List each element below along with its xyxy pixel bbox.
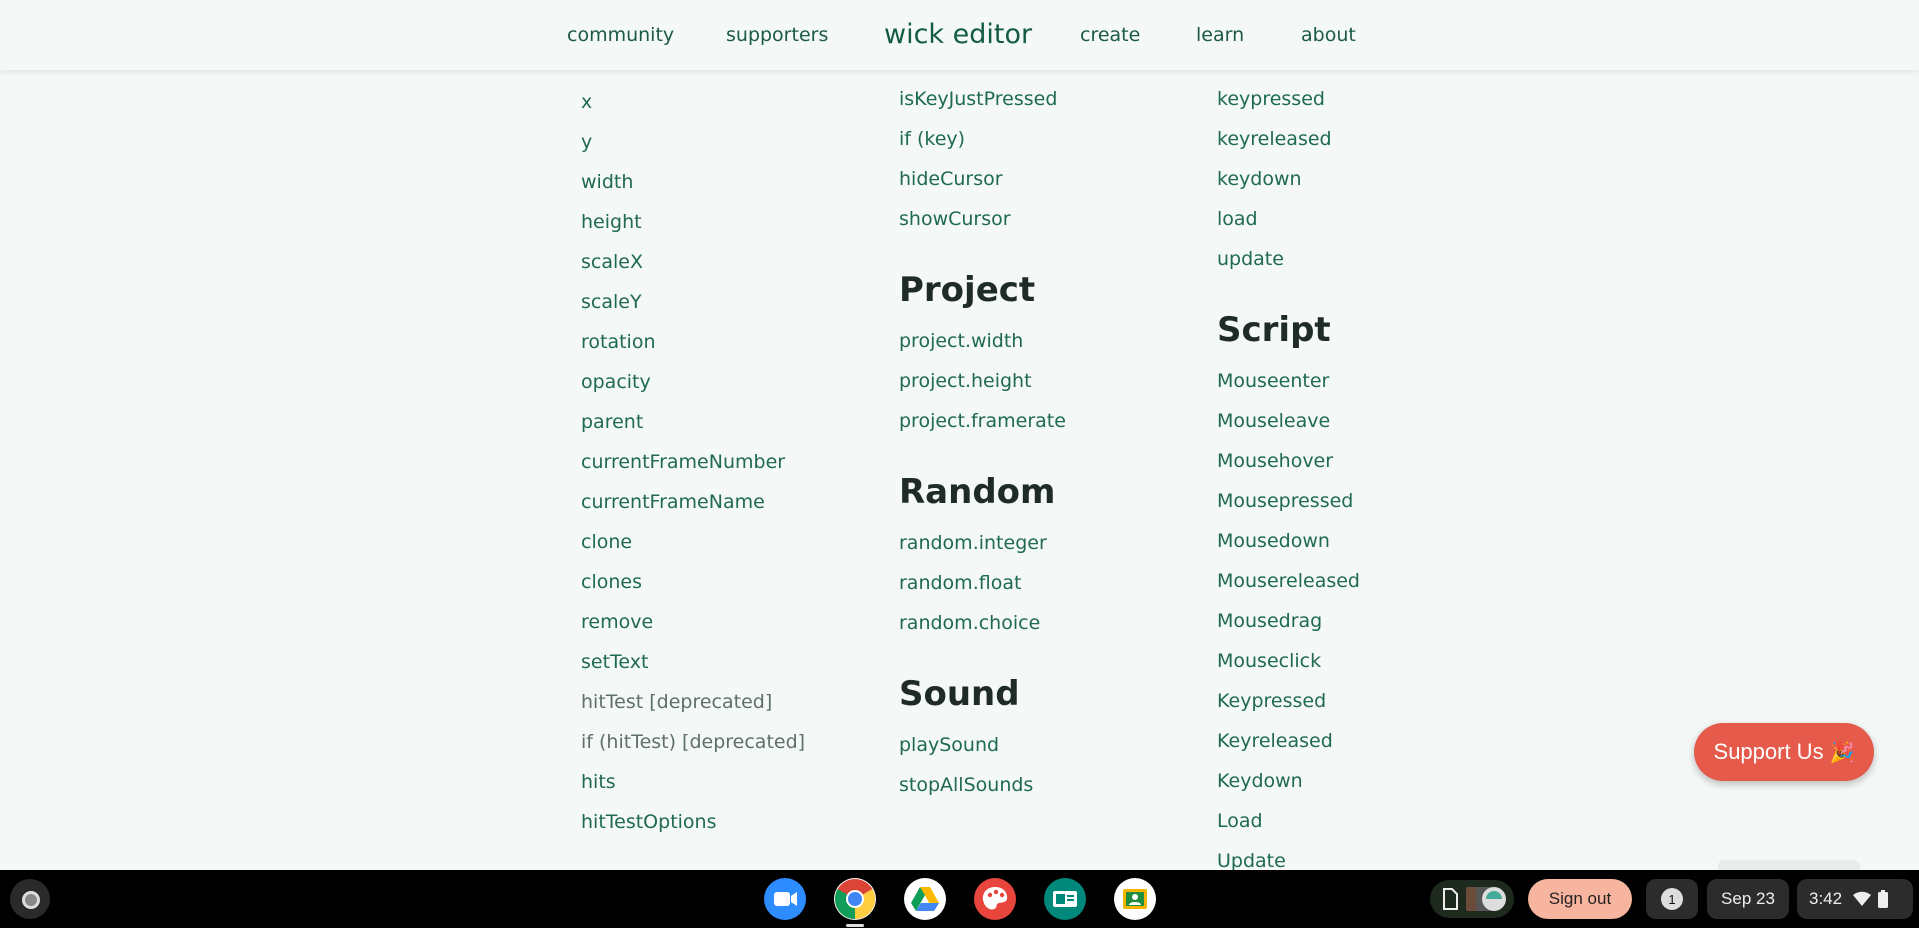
date-display[interactable]: Sep 23 [1707,879,1789,919]
partial-widget-edge [1718,860,1860,870]
ref-link-x[interactable]: x [581,90,592,114]
ref-link-y[interactable]: y [581,130,592,154]
ref-link-keypressed-event[interactable]: keypressed [1217,87,1325,111]
ref-link-load-event[interactable]: load [1217,207,1258,231]
status-area[interactable]: 3:42 [1797,879,1913,919]
google-classroom-icon[interactable] [1114,878,1156,920]
ref-link-script-load[interactable]: Load [1217,809,1263,833]
section-heading-project: Project [899,270,1036,310]
ref-link-clone[interactable]: clone [581,530,632,554]
nav-create[interactable]: create [1080,24,1140,46]
ref-link-width[interactable]: width [581,170,633,194]
classroom-meet-icon[interactable] [1044,878,1086,920]
ref-link-parent[interactable]: parent [581,410,643,434]
sign-out-button[interactable]: Sign out [1528,879,1632,919]
ref-link-script-mousereleased[interactable]: Mousereleased [1217,569,1360,593]
ref-link-iskeyjustpressed[interactable]: isKeyJustPressed [899,87,1057,111]
ref-link-hits[interactable]: hits [581,770,616,794]
ref-link-random-choice[interactable]: random.choice [899,611,1040,635]
ref-link-script-keyreleased[interactable]: Keyreleased [1217,729,1333,753]
ref-link-hidecursor[interactable]: hideCursor [899,167,1003,191]
notification-count-badge: 1 [1661,888,1683,910]
top-navigation: community supporters wick editor create … [0,0,1919,70]
notification-counter[interactable]: 1 [1646,879,1698,919]
site-brand[interactable]: wick editor [884,19,1032,50]
ref-link-scalex[interactable]: scaleX [581,250,643,274]
tote-files-icon[interactable] [1430,880,1514,918]
ref-link-script-mousedrag[interactable]: Mousedrag [1217,609,1322,633]
ref-link-clones[interactable]: clones [581,570,642,594]
ref-link-showcursor[interactable]: showCursor [899,207,1011,231]
zoom-app-icon[interactable] [764,878,806,920]
ref-link-if-hittest-deprecated[interactable]: if (hitTest) [deprecated] [581,730,805,754]
battery-icon [1878,890,1889,908]
ref-link-script-mouseenter[interactable]: Mouseenter [1217,369,1329,393]
ref-link-playsound[interactable]: playSound [899,733,999,757]
ref-link-script-mousedown[interactable]: Mousedown [1217,529,1330,553]
support-us-label: Support Us [1713,739,1824,764]
clock-time: 3:42 [1809,889,1843,908]
ref-link-current-frame-name[interactable]: currentFrameName [581,490,765,514]
ref-link-rotation[interactable]: rotation [581,330,656,354]
section-heading-script: Script [1217,310,1331,350]
ref-link-project-height[interactable]: project.height [899,369,1032,393]
google-drive-icon[interactable] [904,878,946,920]
ref-link-script-mouseclick[interactable]: Mouseclick [1217,649,1321,673]
canvas-paint-app-icon[interactable] [974,878,1016,920]
active-app-indicator [846,924,864,927]
ref-link-project-framerate[interactable]: project.framerate [899,409,1066,433]
ref-link-stopallsounds[interactable]: stopAllSounds [899,773,1033,797]
section-heading-sound: Sound [899,674,1020,714]
support-us-button[interactable]: Support Us 🎉 [1694,723,1874,781]
nav-community[interactable]: community [567,24,674,46]
wifi-icon [1853,891,1872,906]
ref-link-remove[interactable]: remove [581,610,653,634]
ref-link-opacity[interactable]: opacity [581,370,651,394]
ref-link-keyreleased-event[interactable]: keyreleased [1217,127,1332,151]
nav-about[interactable]: about [1301,24,1356,46]
ref-link-update-event[interactable]: update [1217,247,1284,271]
ref-link-script-keypressed[interactable]: Keypressed [1217,689,1326,713]
launcher-icon[interactable] [10,879,50,919]
ref-link-keydown-event[interactable]: keydown [1217,167,1302,191]
ref-link-hittest-deprecated[interactable]: hitTest [deprecated] [581,690,772,714]
ref-link-current-frame-number[interactable]: currentFrameNumber [581,450,785,474]
ref-link-height[interactable]: height [581,210,642,234]
ref-link-if-key[interactable]: if (key) [899,127,965,151]
ref-link-script-mouseleave[interactable]: Mouseleave [1217,409,1330,433]
os-taskbar: Sign out 1 Sep 23 3:42 [0,870,1919,928]
ref-link-hittestoptions[interactable]: hitTestOptions [581,810,717,834]
nav-supporters[interactable]: supporters [726,24,828,46]
ref-link-script-keydown[interactable]: Keydown [1217,769,1303,793]
ref-link-settext[interactable]: setText [581,650,648,674]
chrome-app-icon[interactable] [834,878,876,920]
ref-link-script-mousehover[interactable]: Mousehover [1217,449,1333,473]
ref-link-scaley[interactable]: scaleY [581,290,642,314]
party-popper-icon: 🎉 [1829,741,1855,764]
section-heading-random: Random [899,472,1056,512]
ref-link-script-mousepressed[interactable]: Mousepressed [1217,489,1353,513]
ref-link-random-integer[interactable]: random.integer [899,531,1047,555]
ref-link-project-width[interactable]: project.width [899,329,1023,353]
nav-learn[interactable]: learn [1196,24,1244,46]
ref-link-random-float[interactable]: random.float [899,571,1021,595]
